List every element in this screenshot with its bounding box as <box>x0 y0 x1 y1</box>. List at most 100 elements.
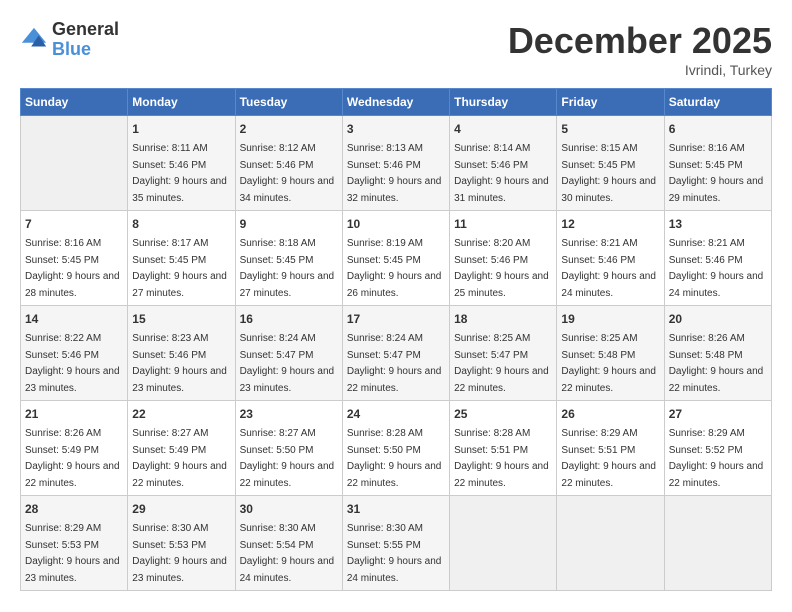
day-number: 13 <box>669 215 767 233</box>
calendar-week-row: 1 Sunrise: 8:11 AMSunset: 5:46 PMDayligh… <box>21 116 772 211</box>
day-header-saturday: Saturday <box>664 89 771 116</box>
calendar-cell: 24 Sunrise: 8:28 AMSunset: 5:50 PMDaylig… <box>342 401 449 496</box>
calendar-cell <box>664 496 771 591</box>
day-number: 29 <box>132 500 230 518</box>
calendar-cell <box>450 496 557 591</box>
calendar-cell: 16 Sunrise: 8:24 AMSunset: 5:47 PMDaylig… <box>235 306 342 401</box>
day-header-sunday: Sunday <box>21 89 128 116</box>
day-number: 17 <box>347 310 445 328</box>
day-header-monday: Monday <box>128 89 235 116</box>
calendar-cell: 25 Sunrise: 8:28 AMSunset: 5:51 PMDaylig… <box>450 401 557 496</box>
day-number: 20 <box>669 310 767 328</box>
day-header-wednesday: Wednesday <box>342 89 449 116</box>
calendar-cell: 22 Sunrise: 8:27 AMSunset: 5:49 PMDaylig… <box>128 401 235 496</box>
calendar-cell: 11 Sunrise: 8:20 AMSunset: 5:46 PMDaylig… <box>450 211 557 306</box>
logo-blue-text: Blue <box>52 39 91 59</box>
calendar-cell: 5 Sunrise: 8:15 AMSunset: 5:45 PMDayligh… <box>557 116 664 211</box>
calendar-cell: 19 Sunrise: 8:25 AMSunset: 5:48 PMDaylig… <box>557 306 664 401</box>
day-number: 31 <box>347 500 445 518</box>
day-info: Sunrise: 8:29 AMSunset: 5:51 PMDaylight:… <box>561 428 656 489</box>
day-info: Sunrise: 8:16 AMSunset: 5:45 PMDaylight:… <box>25 238 120 299</box>
calendar-cell: 2 Sunrise: 8:12 AMSunset: 5:46 PMDayligh… <box>235 116 342 211</box>
calendar-cell: 12 Sunrise: 8:21 AMSunset: 5:46 PMDaylig… <box>557 211 664 306</box>
day-number: 2 <box>240 120 338 138</box>
day-number: 28 <box>25 500 123 518</box>
day-number: 18 <box>454 310 552 328</box>
day-number: 10 <box>347 215 445 233</box>
day-info: Sunrise: 8:11 AMSunset: 5:46 PMDaylight:… <box>132 143 227 204</box>
calendar-cell: 14 Sunrise: 8:22 AMSunset: 5:46 PMDaylig… <box>21 306 128 401</box>
day-number: 4 <box>454 120 552 138</box>
calendar-cell: 7 Sunrise: 8:16 AMSunset: 5:45 PMDayligh… <box>21 211 128 306</box>
location: Ivrindi, Turkey <box>508 62 772 78</box>
day-number: 19 <box>561 310 659 328</box>
calendar-cell <box>557 496 664 591</box>
day-header-thursday: Thursday <box>450 89 557 116</box>
page-header: General Blue December 2025 Ivrindi, Turk… <box>20 20 772 78</box>
calendar-week-row: 21 Sunrise: 8:26 AMSunset: 5:49 PMDaylig… <box>21 401 772 496</box>
calendar-cell: 13 Sunrise: 8:21 AMSunset: 5:46 PMDaylig… <box>664 211 771 306</box>
day-number: 7 <box>25 215 123 233</box>
day-number: 24 <box>347 405 445 423</box>
calendar-cell: 17 Sunrise: 8:24 AMSunset: 5:47 PMDaylig… <box>342 306 449 401</box>
day-number: 27 <box>669 405 767 423</box>
day-info: Sunrise: 8:15 AMSunset: 5:45 PMDaylight:… <box>561 143 656 204</box>
day-number: 25 <box>454 405 552 423</box>
day-number: 11 <box>454 215 552 233</box>
calendar-cell <box>21 116 128 211</box>
calendar-table: SundayMondayTuesdayWednesdayThursdayFrid… <box>20 88 772 591</box>
month-title: December 2025 <box>508 20 772 62</box>
day-info: Sunrise: 8:21 AMSunset: 5:46 PMDaylight:… <box>669 238 764 299</box>
calendar-week-row: 7 Sunrise: 8:16 AMSunset: 5:45 PMDayligh… <box>21 211 772 306</box>
calendar-cell: 9 Sunrise: 8:18 AMSunset: 5:45 PMDayligh… <box>235 211 342 306</box>
day-number: 12 <box>561 215 659 233</box>
day-info: Sunrise: 8:27 AMSunset: 5:50 PMDaylight:… <box>240 428 335 489</box>
calendar-cell: 10 Sunrise: 8:19 AMSunset: 5:45 PMDaylig… <box>342 211 449 306</box>
logo: General Blue <box>20 20 119 60</box>
day-info: Sunrise: 8:14 AMSunset: 5:46 PMDaylight:… <box>454 143 549 204</box>
day-info: Sunrise: 8:18 AMSunset: 5:45 PMDaylight:… <box>240 238 335 299</box>
calendar-cell: 27 Sunrise: 8:29 AMSunset: 5:52 PMDaylig… <box>664 401 771 496</box>
day-info: Sunrise: 8:29 AMSunset: 5:52 PMDaylight:… <box>669 428 764 489</box>
logo-icon <box>20 26 48 54</box>
calendar-cell: 8 Sunrise: 8:17 AMSunset: 5:45 PMDayligh… <box>128 211 235 306</box>
calendar-cell: 4 Sunrise: 8:14 AMSunset: 5:46 PMDayligh… <box>450 116 557 211</box>
day-info: Sunrise: 8:30 AMSunset: 5:53 PMDaylight:… <box>132 523 227 584</box>
day-info: Sunrise: 8:29 AMSunset: 5:53 PMDaylight:… <box>25 523 120 584</box>
day-info: Sunrise: 8:12 AMSunset: 5:46 PMDaylight:… <box>240 143 335 204</box>
day-info: Sunrise: 8:24 AMSunset: 5:47 PMDaylight:… <box>347 333 442 394</box>
day-number: 15 <box>132 310 230 328</box>
day-header-tuesday: Tuesday <box>235 89 342 116</box>
day-info: Sunrise: 8:16 AMSunset: 5:45 PMDaylight:… <box>669 143 764 204</box>
calendar-cell: 1 Sunrise: 8:11 AMSunset: 5:46 PMDayligh… <box>128 116 235 211</box>
day-info: Sunrise: 8:17 AMSunset: 5:45 PMDaylight:… <box>132 238 227 299</box>
calendar-header-row: SundayMondayTuesdayWednesdayThursdayFrid… <box>21 89 772 116</box>
day-number: 16 <box>240 310 338 328</box>
day-info: Sunrise: 8:21 AMSunset: 5:46 PMDaylight:… <box>561 238 656 299</box>
day-number: 30 <box>240 500 338 518</box>
day-info: Sunrise: 8:28 AMSunset: 5:50 PMDaylight:… <box>347 428 442 489</box>
day-number: 5 <box>561 120 659 138</box>
day-number: 21 <box>25 405 123 423</box>
logo-general-text: General <box>52 19 119 39</box>
calendar-cell: 29 Sunrise: 8:30 AMSunset: 5:53 PMDaylig… <box>128 496 235 591</box>
calendar-cell: 30 Sunrise: 8:30 AMSunset: 5:54 PMDaylig… <box>235 496 342 591</box>
day-number: 9 <box>240 215 338 233</box>
day-number: 26 <box>561 405 659 423</box>
calendar-cell: 3 Sunrise: 8:13 AMSunset: 5:46 PMDayligh… <box>342 116 449 211</box>
day-number: 23 <box>240 405 338 423</box>
calendar-cell: 23 Sunrise: 8:27 AMSunset: 5:50 PMDaylig… <box>235 401 342 496</box>
calendar-cell: 20 Sunrise: 8:26 AMSunset: 5:48 PMDaylig… <box>664 306 771 401</box>
day-info: Sunrise: 8:26 AMSunset: 5:49 PMDaylight:… <box>25 428 120 489</box>
day-info: Sunrise: 8:24 AMSunset: 5:47 PMDaylight:… <box>240 333 335 394</box>
day-number: 8 <box>132 215 230 233</box>
calendar-cell: 6 Sunrise: 8:16 AMSunset: 5:45 PMDayligh… <box>664 116 771 211</box>
title-area: December 2025 Ivrindi, Turkey <box>508 20 772 78</box>
day-number: 6 <box>669 120 767 138</box>
day-info: Sunrise: 8:23 AMSunset: 5:46 PMDaylight:… <box>132 333 227 394</box>
day-info: Sunrise: 8:13 AMSunset: 5:46 PMDaylight:… <box>347 143 442 204</box>
day-info: Sunrise: 8:27 AMSunset: 5:49 PMDaylight:… <box>132 428 227 489</box>
calendar-cell: 18 Sunrise: 8:25 AMSunset: 5:47 PMDaylig… <box>450 306 557 401</box>
calendar-week-row: 28 Sunrise: 8:29 AMSunset: 5:53 PMDaylig… <box>21 496 772 591</box>
day-info: Sunrise: 8:30 AMSunset: 5:55 PMDaylight:… <box>347 523 442 584</box>
